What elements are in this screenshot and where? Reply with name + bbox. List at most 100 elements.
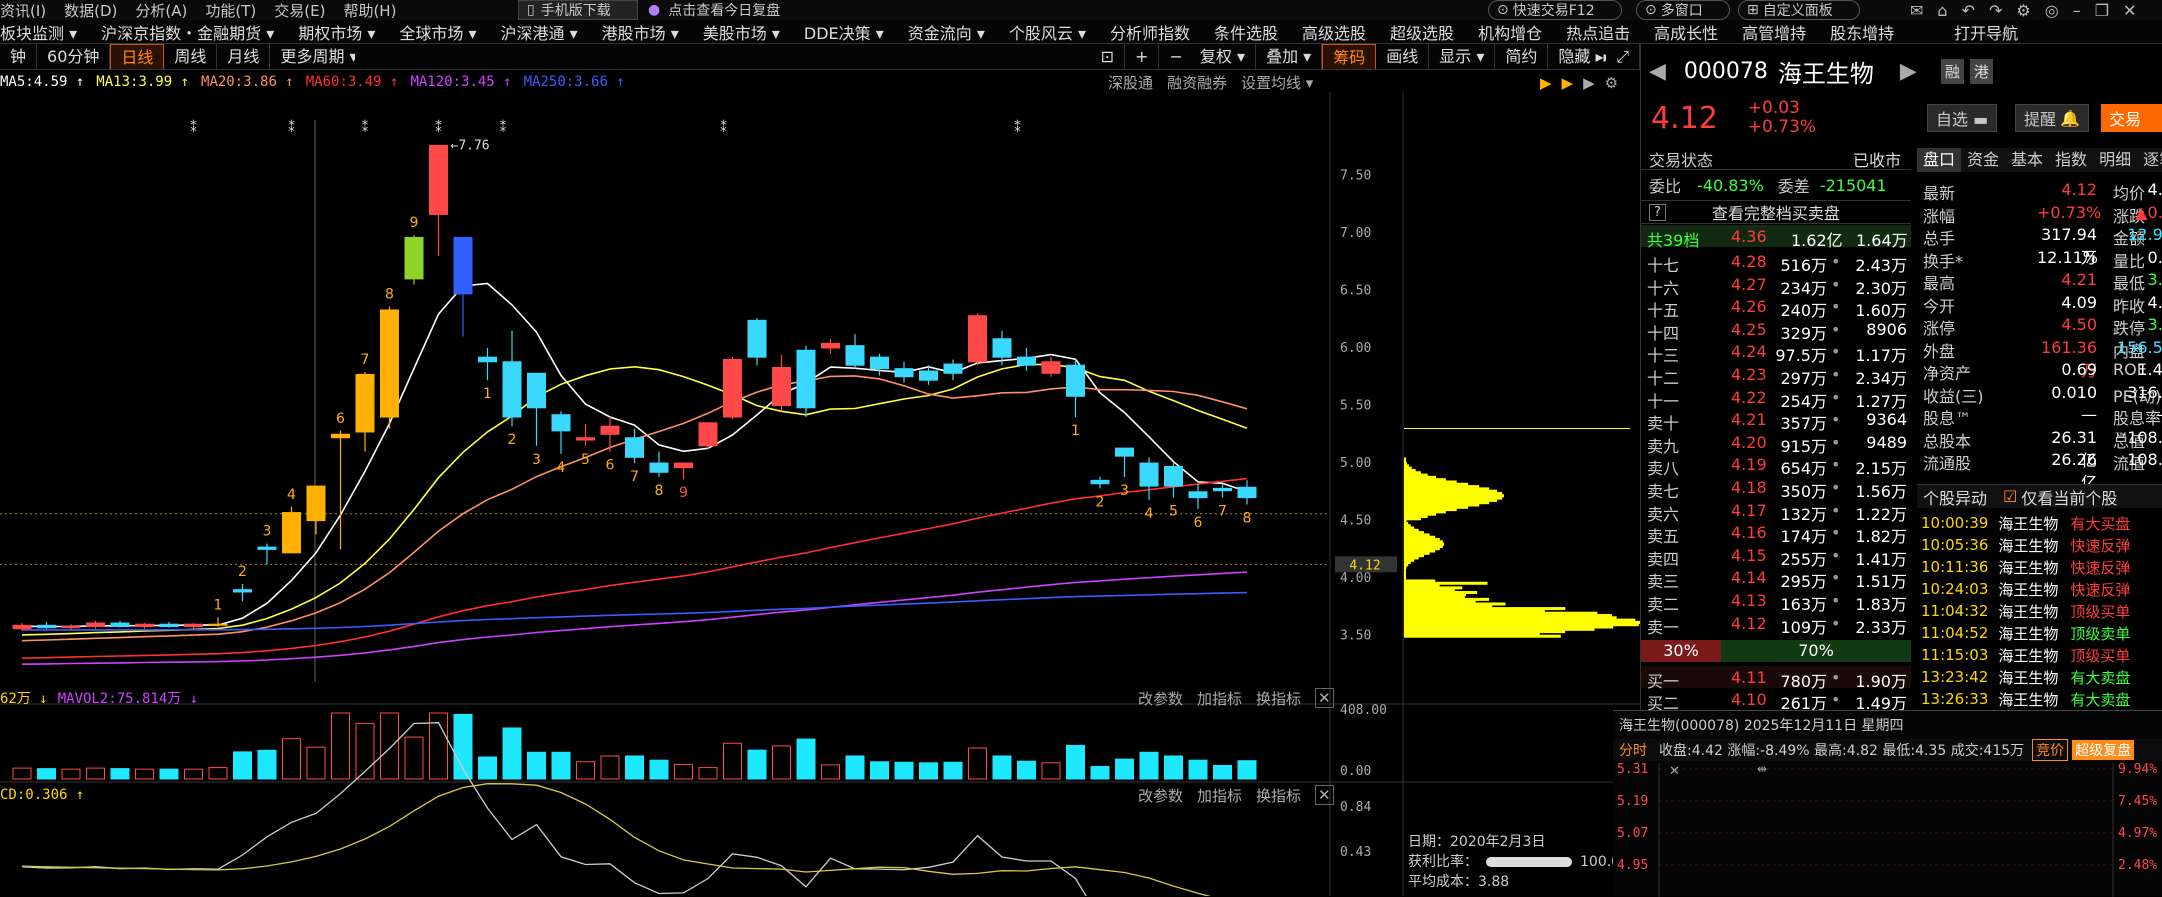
period-tab[interactable]: 日线 [110, 44, 164, 70]
quick-trade-button[interactable]: ⊙ 快速交易F12 [1488, 0, 1622, 20]
next-stock-icon[interactable]: ▶ [1900, 59, 1917, 84]
toolbar-option[interactable]: 筹码 [1322, 44, 1376, 70]
toolbar-option[interactable]: 隐藏 ▸▸ [1548, 44, 1606, 70]
expand-icon[interactable]: ⤢ [1606, 44, 1640, 70]
news-item[interactable]: 10:24:03 海王生物 快速反弹 [1917, 578, 2162, 600]
period-tab[interactable]: 60分钟 [37, 44, 110, 70]
nav-item[interactable]: 高管增持 [1742, 20, 1806, 44]
toolbar-option[interactable]: 简约 [1495, 44, 1548, 70]
chart-link[interactable]: 融资融券 [1167, 72, 1227, 93]
nav-item[interactable]: 个股风云 ▾ [1009, 20, 1086, 44]
chart-link[interactable]: 深股通 [1108, 72, 1153, 93]
edit-params-link[interactable]: 改参数 [1138, 785, 1183, 805]
review-button[interactable]: ● 点击查看今日复盘 [648, 0, 798, 20]
nav-item[interactable]: DDE决策 ▾ [804, 20, 884, 44]
back-icon[interactable]: ↶ [1962, 1, 1975, 20]
ask-row[interactable]: 卖七 4.18 350万 • 1.56万 [1641, 476, 1911, 498]
nav-item[interactable]: 期权市场 ▾ [298, 20, 375, 44]
news-item[interactable]: 10:00:39 海王生物 有大买盘 [1917, 512, 2162, 534]
ask-row[interactable]: 十七 4.28 516万 • 2.43万 [1641, 250, 1911, 272]
quote-tab[interactable]: 指数 [2049, 148, 2093, 172]
period-tab[interactable]: 周线 [164, 44, 217, 70]
toolbar-option[interactable]: 叠加 ▾ [1256, 44, 1322, 70]
news-item[interactable]: 11:15:03 海王生物 顶级买单 [1917, 644, 2162, 666]
toolbar-option[interactable]: 显示 ▾ [1429, 44, 1495, 70]
bid-row[interactable]: 买二 4.10 261万 • 1.49万 [1641, 688, 1911, 710]
ask-row[interactable]: 十五 4.26 240万 • 1.60万 [1641, 295, 1911, 317]
mobile-download-button[interactable]: ▯ 手机版下载 [518, 0, 638, 20]
period-tab[interactable]: 月线 [217, 44, 270, 70]
nav-item[interactable]: 机构增仓 [1478, 20, 1542, 44]
toolbar-option[interactable]: 画线 [1376, 44, 1429, 70]
remind-button[interactable]: 提醒 🔔 [2015, 104, 2089, 132]
close-icon[interactable]: ✕ [1315, 688, 1334, 708]
switch-indicator-link[interactable]: 换指标 [1256, 785, 1301, 805]
nav-item[interactable]: 打开导航 [1954, 20, 2018, 44]
gear-icon[interactable]: ⚙ [1605, 74, 1618, 92]
news-item[interactable]: 10:05:36 海王生物 快速反弹 [1917, 534, 2162, 556]
ask-row[interactable]: 卖十 4.21 357万 • 9364 [1641, 408, 1911, 430]
toolbar-option[interactable]: 复权 ▾ [1190, 44, 1256, 70]
ask-row[interactable]: 卖九 4.20 915万 • 9489 [1641, 431, 1911, 453]
lock-icon[interactable]: ⊡ [1091, 44, 1125, 70]
close-icon[interactable]: ✕ [2123, 1, 2136, 20]
news-item[interactable]: 13:23:42 海王生物 有大卖盘 [1917, 666, 2162, 688]
quote-tab[interactable]: 盘口 [1917, 148, 1961, 172]
quote-tab[interactable]: 逐笔 [2137, 148, 2162, 172]
quote-tab[interactable]: 明细 [2093, 148, 2137, 172]
ask-row[interactable]: 卖二 4.13 163万 • 1.83万 [1641, 589, 1911, 611]
bid-row[interactable]: 买一 4.11 780万 • 1.90万 [1641, 666, 1911, 688]
ask-row[interactable]: 卖三 4.14 295万 • 1.51万 [1641, 566, 1911, 588]
chart-link[interactable]: 设置均线 ▾ [1241, 72, 1313, 93]
add-indicator-link[interactable]: 加指标 [1197, 785, 1242, 805]
menu-item[interactable]: 资讯(I) [0, 0, 46, 20]
prev-stock-icon[interactable]: ◀ [1649, 59, 1666, 84]
step-icon[interactable]: ▶ [1562, 74, 1574, 92]
edit-params-link[interactable]: 改参数 [1138, 688, 1183, 708]
nav-item[interactable]: 分析师指数 [1110, 20, 1190, 44]
ask-row[interactable]: 十一 4.22 254万 • 1.27万 [1641, 386, 1911, 408]
menu-item[interactable]: 分析(A) [135, 0, 187, 20]
multi-window-button[interactable]: ⊙ 多窗口 [1636, 0, 1730, 20]
restore-icon[interactable]: ❐ [2095, 1, 2109, 20]
ask-row[interactable]: 十二 4.23 297万 • 2.34万 [1641, 363, 1911, 385]
nav-item[interactable]: 条件选股 [1214, 20, 1278, 44]
period-tab[interactable]: 更多周期 ▾ [270, 44, 354, 70]
ask-row[interactable]: 十六 4.27 234万 • 2.30万 [1641, 273, 1911, 295]
news-item[interactable]: 11:04:32 海王生物 顶级买单 [1917, 600, 2162, 622]
news-item[interactable]: 13:26:33 海王生物 有大卖盘 [1917, 688, 2162, 710]
menu-item[interactable]: 帮助(H) [343, 0, 396, 20]
zoom-in-icon[interactable]: + [1125, 44, 1159, 70]
candlestick-chart[interactable]: 1234 5678912345 678 91234 567 8⁑ ⁑ ⁑ ⁑ ⁑ ⁑ ⁑←7.76 7… [0, 92, 1640, 896]
quote-tab[interactable]: 基本 [2005, 148, 2049, 172]
ask-row[interactable]: 卖四 4.15 255万 • 1.41万 [1641, 544, 1911, 566]
checkbox-icon[interactable]: ☑ [2003, 487, 2017, 506]
menu-item[interactable]: 交易(E) [274, 0, 325, 20]
close-icon[interactable]: ✕ [1315, 785, 1334, 805]
ask-row[interactable]: 卖五 4.16 174万 • 1.82万 [1641, 521, 1911, 543]
minimize-icon[interactable]: – [2073, 1, 2081, 20]
home-icon[interactable]: ⌂ [1937, 1, 1947, 20]
nav-item[interactable]: 沪深港通 ▾ [501, 20, 578, 44]
nav-item[interactable]: 热点追击 [1566, 20, 1630, 44]
add-watchlist-button[interactable]: 自选 ▬ [1927, 104, 1997, 132]
mail-icon[interactable]: ✉ [1910, 1, 1923, 20]
flag-icon[interactable]: ▶ [1583, 74, 1595, 92]
forward-icon[interactable]: ↷ [1989, 1, 2002, 20]
nav-item[interactable]: 股东增持 [1830, 20, 1894, 44]
trade-button[interactable]: 交易 [2101, 104, 2162, 132]
nav-item[interactable]: 港股市场 ▾ [602, 20, 679, 44]
super-review-button[interactable]: 超级复盘 [2072, 740, 2134, 760]
add-indicator-link[interactable]: 加指标 [1197, 688, 1242, 708]
ask-row[interactable]: 卖六 4.17 132万 • 1.22万 [1641, 499, 1911, 521]
nav-item[interactable]: 沪深京指数・金融期货 ▾ [101, 20, 274, 44]
switch-indicator-link[interactable]: 换指标 [1256, 688, 1301, 708]
ask-row[interactable]: 十四 4.25 329万 • 8906 [1641, 318, 1911, 340]
nav-item[interactable]: 资金流向 ▾ [908, 20, 985, 44]
menu-item[interactable]: 数据(D) [64, 0, 117, 20]
full-orderbook-link[interactable]: ? 查看完整档买卖盘 [1641, 200, 1911, 224]
nav-item[interactable]: 全球市场 ▾ [399, 20, 476, 44]
tab-intraday[interactable]: 分时 [1619, 740, 1647, 760]
nav-item[interactable]: 高成长性 [1654, 20, 1718, 44]
nav-item[interactable]: 高级选股 [1302, 20, 1366, 44]
